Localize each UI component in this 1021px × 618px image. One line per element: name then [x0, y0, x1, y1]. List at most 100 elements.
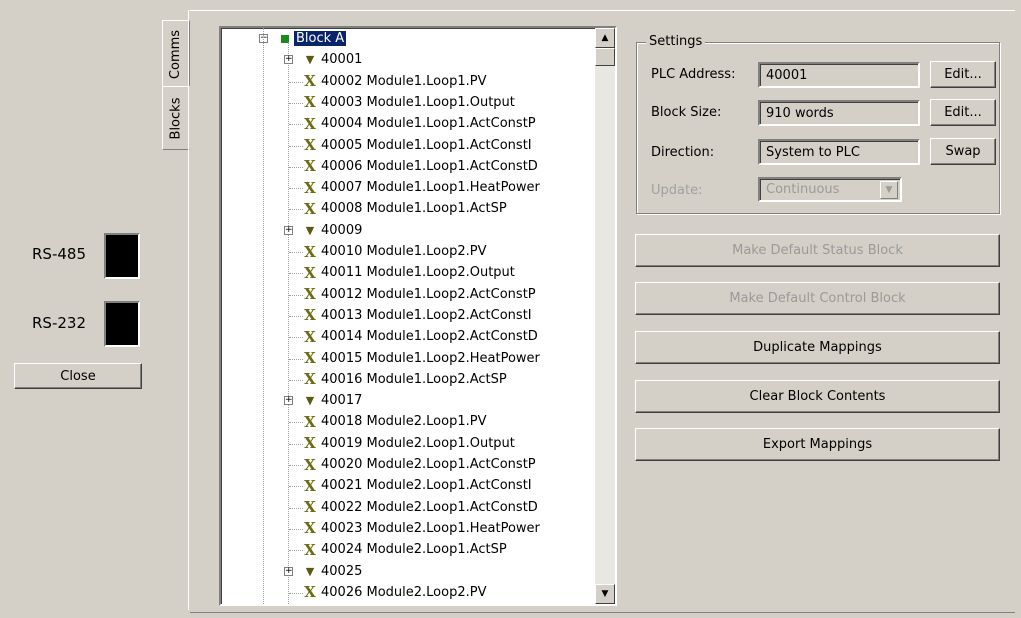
rs232-label: RS-232	[32, 314, 86, 332]
tree-branch-line	[289, 273, 303, 275]
clear-block-contents-button[interactable]: Clear Block Contents	[635, 380, 1000, 413]
make-default-control-block-button[interactable]: Make Default Control Block	[635, 282, 1000, 315]
tree-mapping-item[interactable]: X 40014 Module1.Loop2.ActConstD	[303, 326, 538, 347]
tree-group-node[interactable]: ▼ 40001	[303, 49, 363, 70]
tree-item-label: 40016 Module1.Loop2.ActSP	[321, 371, 507, 387]
tree-group-node[interactable]: ▼ 40009	[303, 220, 363, 241]
mapping-x-icon: X	[304, 114, 316, 133]
plc-address-field[interactable]: 40001	[758, 62, 920, 88]
mapping-x-icon: X	[304, 349, 316, 367]
tree-mapping-item[interactable]: X 40016 Module1.Loop2.ActSP	[303, 369, 507, 390]
mapping-x-icon: X	[303, 605, 317, 606]
tree-branch-line	[289, 507, 303, 509]
tree-mapping-item[interactable]: X 40005 Module1.Loop1.ActConstI	[303, 135, 531, 156]
tree-branch-line	[289, 443, 303, 445]
tree-mapping-item[interactable]: X 40024 Module2.Loop1.ActSP	[303, 539, 507, 560]
tab-page-bottom-edge	[190, 612, 1015, 613]
mapping-x-icon: X	[304, 93, 316, 112]
close-button[interactable]: Close	[14, 363, 142, 389]
plc-address-value: 40001	[766, 67, 808, 83]
rs485-indicator	[104, 233, 140, 279]
tree-item-label: 40008 Module1.Loop1.ActSP	[321, 201, 507, 217]
swap-label: Swap	[945, 144, 981, 159]
swap-direction-button[interactable]: Swap	[930, 138, 996, 165]
tree-branch-line	[289, 379, 303, 381]
tree-item-label: 40014 Module1.Loop2.ActConstD	[321, 329, 538, 345]
duplicate-mappings-button[interactable]: Duplicate Mappings	[635, 331, 1000, 364]
expand-icon[interactable]: +	[284, 566, 293, 576]
tab-comms[interactable]: Comms	[162, 20, 190, 88]
tree-mapping-item[interactable]: X 40003 Module1.Loop1.Output	[303, 92, 515, 113]
tree-guide-line	[288, 42, 289, 604]
tree-branch-line	[289, 81, 303, 83]
tree-item-label: 40004 Module1.Loop1.ActConstP	[321, 116, 536, 132]
block-size-field[interactable]: 910 words	[758, 100, 920, 126]
tree-item-label: 40026 Module2.Loop2.PV	[321, 584, 487, 600]
tree-mapping-item[interactable]: X 40011 Module1.Loop2.Output	[303, 262, 515, 283]
scroll-down-button[interactable]: ▼	[595, 584, 615, 604]
tree-mapping-item[interactable]: X 40006 Module1.Loop1.ActConstD	[303, 156, 538, 177]
edit-plc-address-label: Edit...	[944, 67, 982, 82]
tree-root-block[interactable]: Block A	[281, 28, 347, 49]
tree-mapping-item[interactable]: X 40022 Module2.Loop1.ActConstD	[303, 497, 538, 518]
tree-branch-line	[289, 294, 303, 296]
tree-group-node[interactable]: ▼ 40025	[303, 561, 363, 582]
tree-branch-line	[289, 124, 303, 126]
tree-mapping-item[interactable]: X 40019 Module2.Loop1.Output	[303, 433, 515, 454]
tree-item-label: 40001	[321, 52, 363, 68]
direction-field[interactable]: System to PLC	[758, 139, 920, 165]
arrow-up-icon: ▲	[601, 33, 609, 43]
tree-group-node[interactable]: ▼ 40017	[303, 390, 363, 411]
edit-block-size-button[interactable]: Edit...	[930, 99, 996, 126]
tree-mapping-item[interactable]: X 40004 Module1.Loop1.ActConstP	[303, 113, 536, 134]
tree-mapping-item[interactable]: X 40018 Module2.Loop1.PV	[303, 411, 486, 432]
tree-branch-line	[289, 252, 303, 253]
edit-plc-address-button[interactable]: Edit...	[930, 61, 996, 88]
update-select[interactable]: Continuous ▼	[758, 177, 902, 202]
tab-page-top-edge	[190, 10, 1015, 11]
tree-mapping-item[interactable]: X 40013 Module1.Loop2.ActConstI	[303, 305, 531, 326]
chevron-down-icon[interactable]: ▼	[880, 181, 898, 199]
export-mappings-button[interactable]: Export Mappings	[635, 428, 1000, 461]
scroll-up-button[interactable]: ▲	[595, 28, 615, 48]
tree-mapping-item[interactable]: X40027 Module2.Loop2.Output	[303, 603, 515, 606]
tree-mapping-item[interactable]: X 40020 Module2.Loop1.ActConstP	[303, 454, 536, 475]
tree-mapping-item[interactable]: X 40026 Module2.Loop2.PV	[303, 582, 486, 603]
tree-mapping-item[interactable]: X 40012 Module1.Loop2.ActConstP	[303, 284, 535, 305]
mapping-x-icon: X	[304, 327, 316, 346]
filter-flag-icon: ▼	[305, 223, 315, 237]
expand-icon[interactable]: +	[284, 396, 293, 406]
mapping-x-icon: X	[304, 455, 316, 474]
mapping-x-icon: X	[304, 263, 316, 282]
clear-block-contents-label: Clear Block Contents	[749, 389, 886, 404]
tab-blocks[interactable]: Blocks	[162, 86, 190, 150]
scroll-thumb[interactable]	[595, 48, 615, 66]
tree-branch-line	[289, 188, 303, 190]
rs485-label: RS-485	[32, 245, 86, 263]
tree-item-label: 40020 Module2.Loop1.ActConstP	[321, 457, 536, 472]
tree-scrollbar[interactable]: ▲ ▼	[595, 28, 615, 604]
tree-root-guide-line	[263, 28, 264, 604]
tree-mapping-item[interactable]: X 40008 Module1.Loop1.ActSP	[303, 198, 507, 219]
tree-item-label: 40018 Module2.Loop1.PV	[321, 414, 487, 430]
expand-icon[interactable]: +	[284, 55, 293, 65]
make-default-status-block-button[interactable]: Make Default Status Block	[635, 234, 1000, 267]
tree-mapping-item[interactable]: X 40023 Module2.Loop1.HeatPower	[303, 518, 540, 539]
tree-mapping-item[interactable]: X 40010 Module1.Loop2.PV	[303, 241, 486, 262]
tree-mapping-item[interactable]: X 40007 Module1.Loop1.HeatPower	[303, 177, 540, 198]
block-tree[interactable]: − Block A + ▼ 40001 X 40002 Module1.Loop1.PV X 4…	[219, 26, 617, 606]
tree-item-label: 40024 Module2.Loop1.ActSP	[321, 542, 507, 558]
mapping-x-icon: X	[304, 136, 316, 154]
tab-comms-label: Comms	[168, 29, 184, 79]
tree-mapping-item[interactable]: X 40021 Module2.Loop1.ActConstI	[303, 475, 532, 496]
tree-item-label: 40025	[321, 563, 363, 579]
tree-mapping-item[interactable]: X 40015 Module1.Loop2.HeatPower	[303, 348, 540, 369]
direction-value: System to PLC	[766, 144, 860, 160]
tree-item-label: 40003 Module1.Loop1.Output	[321, 94, 515, 110]
tree-item-label: 40010 Module1.Loop2.PV	[321, 244, 487, 259]
tree-mapping-item[interactable]: X 40002 Module1.Loop1.PV	[303, 71, 486, 92]
expand-icon[interactable]: +	[284, 225, 293, 235]
tree-item-label: 40021 Module2.Loop1.ActConstI	[321, 478, 532, 494]
tree-item-label: 40015 Module1.Loop2.HeatPower	[321, 350, 540, 366]
export-mappings-label: Export Mappings	[762, 437, 873, 452]
